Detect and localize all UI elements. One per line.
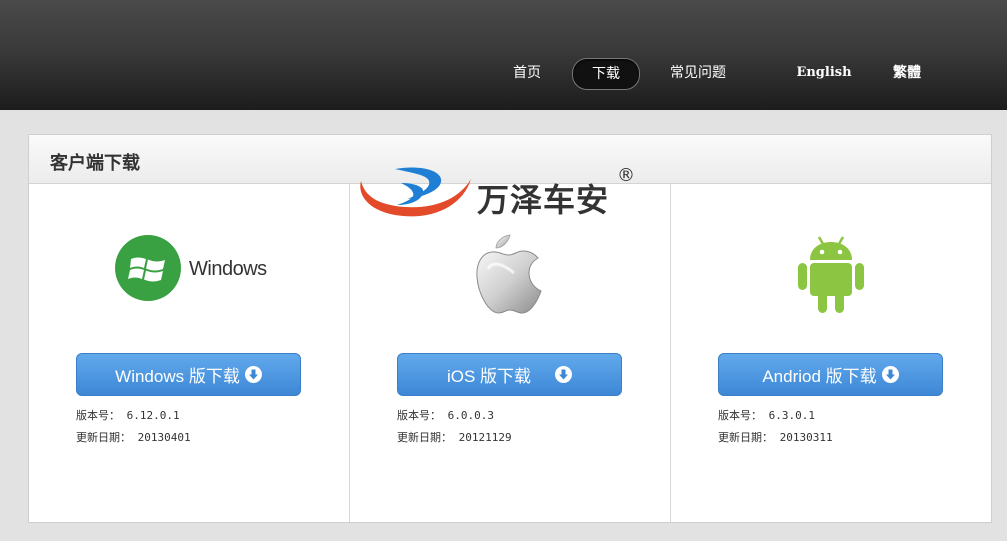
windows-date-line: 更新日期： 20130401 <box>76 429 191 445</box>
android-date-line: 更新日期： 20130311 <box>718 429 833 445</box>
ios-date-value: 20121129 <box>458 431 512 444</box>
nav-home[interactable]: 首页 <box>503 58 551 88</box>
date-label: 更新日期： <box>718 431 773 444</box>
ios-download-label: iOS 版下载 <box>446 367 532 386</box>
windows-version-value: 6.12.0.1 <box>126 409 180 422</box>
android-download-label: Andriod 版下载 <box>762 367 877 386</box>
brand-swoosh-icon <box>360 167 471 217</box>
ios-version-line: 版本号： 6.0.0.3 <box>397 407 494 423</box>
ios-version-value: 6.0.0.3 <box>447 409 494 422</box>
main-nav: 首页 下载 常见问题 English 繁體 <box>0 58 1007 90</box>
nav-traditional-chinese[interactable]: 繁體 <box>884 58 930 88</box>
android-logo-icon <box>798 236 864 313</box>
download-arrow-icon <box>244 366 262 383</box>
windows-download-button[interactable]: Windows 版下载 <box>76 353 301 396</box>
apple-logo <box>474 233 544 321</box>
version-label: 版本号： <box>76 409 120 422</box>
apple-logo-icon <box>476 234 542 314</box>
windows-logo-text: Windows <box>189 258 267 280</box>
panel-title: 客户端下载 <box>50 153 140 174</box>
android-download-button[interactable]: Andriod 版下载 <box>718 353 943 396</box>
windows-logo: Windows <box>115 235 275 307</box>
nav-english[interactable]: English <box>790 58 858 88</box>
date-label: 更新日期： <box>76 431 131 444</box>
windows-version-line: 版本号： 6.12.0.1 <box>76 407 180 423</box>
ios-date-line: 更新日期： 20121129 <box>397 429 512 445</box>
android-date-value: 20130311 <box>779 431 833 444</box>
brand-name: 万泽车安 <box>477 181 610 219</box>
windows-column: Windows Windows 版下载 版本号： 6.12.0.1 更新日期： … <box>29 184 350 522</box>
download-arrow-icon <box>881 366 899 383</box>
nav-faq[interactable]: 常见问题 <box>662 58 734 88</box>
brand-watermark: 万泽车安 ® <box>355 163 640 223</box>
version-label: 版本号： <box>718 409 762 422</box>
nav-download[interactable]: 下载 <box>572 58 640 90</box>
windows-date-value: 20130401 <box>137 431 191 444</box>
android-version-line: 版本号： 6.3.0.1 <box>718 407 815 423</box>
android-version-value: 6.3.0.1 <box>768 409 815 422</box>
top-header: 首页 下载 常见问题 English 繁體 <box>0 0 1007 110</box>
ios-column: iOS 版下载 版本号： 6.0.0.3 更新日期： 20121129 <box>350 184 671 522</box>
download-arrow-icon <box>555 366 573 383</box>
ios-download-button[interactable]: iOS 版下载 <box>397 353 622 396</box>
windows-download-label: Windows 版下载 <box>115 367 240 386</box>
version-label: 版本号： <box>397 409 441 422</box>
registered-mark: ® <box>617 165 635 186</box>
android-column: Andriod 版下载 版本号： 6.3.0.1 更新日期： 20130311 <box>671 184 992 522</box>
android-logo <box>796 234 868 320</box>
date-label: 更新日期： <box>397 431 452 444</box>
